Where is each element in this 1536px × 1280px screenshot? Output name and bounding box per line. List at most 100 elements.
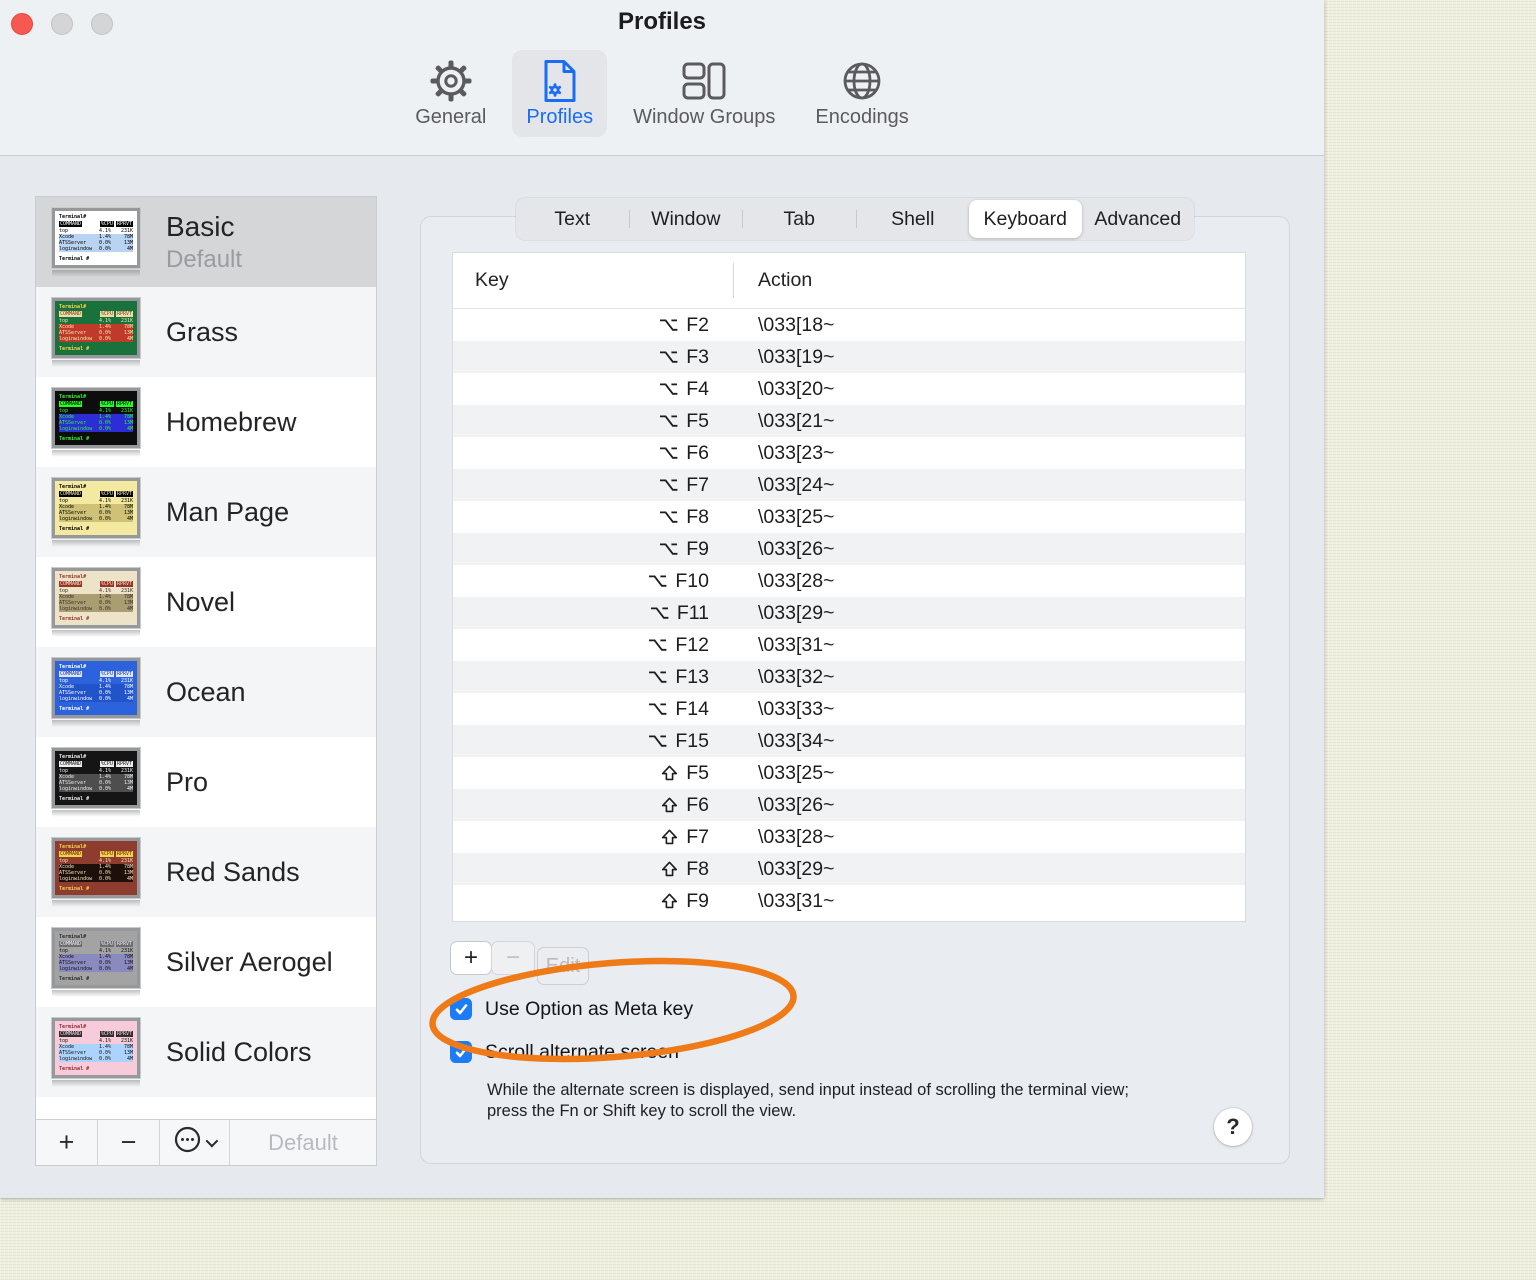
profile-list-item[interactable]: Terminal# COMMAND %CPU RPRVT top 4.1% 231K…: [36, 647, 376, 737]
set-default-button[interactable]: Default: [230, 1120, 376, 1165]
tab-text[interactable]: Text: [516, 198, 629, 240]
terminal-preview: Terminal# COMMAND %CPU RPRVT top 4.1% 231K…: [51, 206, 141, 269]
profile-list-item[interactable]: Terminal# COMMAND %CPU RPRVT top 4.1% 231K…: [36, 197, 376, 287]
table-row[interactable]: F14 \033[33~: [453, 693, 1245, 725]
key-cell: F13: [453, 666, 733, 689]
thumbnail-reflection: [52, 539, 140, 547]
action-cell: \033[31~: [758, 633, 835, 656]
option-key-icon: [649, 639, 667, 651]
table-row[interactable]: F5 \033[25~: [453, 757, 1245, 789]
action-cell: \033[28~: [758, 569, 835, 592]
toolbar-item-label: Encodings: [815, 106, 909, 128]
action-cell: \033[18~: [758, 313, 835, 336]
profile-name: Pro: [166, 766, 209, 797]
toolbar-item-encodings[interactable]: Encodings: [801, 50, 922, 137]
toolbar-item-window-groups[interactable]: Window Groups: [619, 50, 789, 137]
table-body: F2 \033[18~ F3 \033[19~ F4 \033[20~ F5 \…: [453, 309, 1245, 917]
action-cell: \033[32~: [758, 665, 835, 688]
help-button[interactable]: ?: [1214, 1108, 1252, 1146]
terminal-preview: Terminal# COMMAND %CPU RPRVT top 4.1% 231K…: [51, 656, 141, 719]
remove-profile-button[interactable]: −: [98, 1120, 160, 1165]
globe-icon: [840, 58, 884, 104]
remove-key-button[interactable]: −: [491, 941, 535, 975]
profile-list-item[interactable]: Terminal# COMMAND %CPU RPRVT top 4.1% 231K…: [36, 377, 376, 467]
terminal-preview: Terminal# COMMAND %CPU RPRVT top 4.1% 231K…: [51, 746, 141, 809]
profile-labels: Novel: [166, 587, 235, 618]
checkbox-checked-icon[interactable]: [450, 998, 472, 1020]
tab-window[interactable]: Window: [630, 198, 743, 240]
table-row[interactable]: F13 \033[32~: [453, 661, 1245, 693]
action-cell: \033[31~: [758, 889, 835, 912]
toolbar-item-profiles[interactable]: Profiles: [512, 50, 608, 137]
action-cell: \033[26~: [758, 793, 835, 816]
action-cell: \033[34~: [758, 729, 835, 752]
profile-actions-menu-button[interactable]: [160, 1120, 230, 1165]
table-row[interactable]: F7 \033[24~: [453, 469, 1245, 501]
table-row[interactable]: F6 \033[26~: [453, 789, 1245, 821]
add-profile-button[interactable]: +: [36, 1120, 98, 1165]
table-row[interactable]: F9 \033[31~: [453, 885, 1245, 917]
key-mapping-table: Key Action F2 \033[18~ F3 \033[19~ F4 \0…: [452, 252, 1246, 922]
option-key-icon: [660, 447, 678, 459]
table-row[interactable]: F8 \033[25~: [453, 501, 1245, 533]
toolbar-item-general[interactable]: General: [401, 50, 500, 137]
profile-thumbnail: Terminal# COMMAND %CPU RPRVT top 4.1% 231K…: [51, 1016, 141, 1087]
option-key-icon: [660, 319, 678, 331]
profile-thumbnail: Terminal# COMMAND %CPU RPRVT top 4.1% 231K…: [51, 386, 141, 457]
action-cell: \033[24~: [758, 473, 835, 496]
profile-list-item[interactable]: Terminal# COMMAND %CPU RPRVT top 4.1% 231K…: [36, 737, 376, 827]
tab-keyboard[interactable]: Keyboard: [969, 200, 1082, 238]
profile-labels: Basic Default: [166, 211, 242, 274]
table-row[interactable]: F8 \033[29~: [453, 853, 1245, 885]
action-cell: \033[29~: [758, 857, 835, 880]
key-cell: F9: [453, 890, 733, 913]
key-cell: F8: [453, 858, 733, 881]
table-row[interactable]: F7 \033[28~: [453, 821, 1245, 853]
preferences-toolbar: General Profiles Window Groups Encodings: [0, 50, 1324, 137]
profile-thumbnail: Terminal# COMMAND %CPU RPRVT top 4.1% 231K…: [51, 836, 141, 907]
key-cell: F14: [453, 698, 733, 721]
thumbnail-reflection: [52, 719, 140, 727]
table-row[interactable]: F6 \033[23~: [453, 437, 1245, 469]
terminal-preview: Terminal# COMMAND %CPU RPRVT top 4.1% 231K…: [51, 476, 141, 539]
toolbar-item-label: Window Groups: [633, 106, 776, 128]
profile-list-item[interactable]: Terminal# COMMAND %CPU RPRVT top 4.1% 231K…: [36, 287, 376, 377]
option-key-icon: [650, 607, 669, 619]
table-row[interactable]: F10 \033[28~: [453, 565, 1245, 597]
profile-list: Terminal# COMMAND %CPU RPRVT top 4.1% 231K…: [36, 197, 376, 1119]
edit-key-button[interactable]: Edit: [537, 947, 589, 985]
table-row[interactable]: F11 \033[29~: [453, 597, 1245, 629]
thumbnail-reflection: [52, 899, 140, 907]
profile-list-item[interactable]: Terminal# COMMAND %CPU RPRVT top 4.1% 231K…: [36, 917, 376, 1007]
thumbnail-reflection: [52, 359, 140, 367]
table-row[interactable]: F9 \033[26~: [453, 533, 1245, 565]
profile-list-item[interactable]: Terminal# COMMAND %CPU RPRVT top 4.1% 231K…: [36, 827, 376, 917]
chevron-down-icon: [205, 1134, 219, 1148]
table-row[interactable]: F2 \033[18~: [453, 309, 1245, 341]
table-row[interactable]: F5 \033[21~: [453, 405, 1245, 437]
profile-labels: Ocean: [166, 677, 246, 708]
key-cell: F15: [453, 730, 733, 753]
profile-list-item[interactable]: Terminal# COMMAND %CPU RPRVT top 4.1% 231K…: [36, 467, 376, 557]
table-row[interactable]: F12 \033[31~: [453, 629, 1245, 661]
shift-key-icon: [662, 861, 678, 877]
profile-thumbnail: Terminal# COMMAND %CPU RPRVT top 4.1% 231K…: [51, 296, 141, 367]
table-row[interactable]: F3 \033[19~: [453, 341, 1245, 373]
table-row[interactable]: F15 \033[34~: [453, 725, 1245, 757]
tab-tab[interactable]: Tab: [743, 198, 856, 240]
tab-shell[interactable]: Shell: [857, 198, 970, 240]
thumbnail-reflection: [52, 449, 140, 457]
checkbox-checked-icon[interactable]: [450, 1041, 472, 1063]
shift-key-icon: [662, 893, 678, 909]
terminal-preview: Terminal# COMMAND %CPU RPRVT top 4.1% 231K…: [51, 1016, 141, 1079]
profile-list-item[interactable]: Terminal# COMMAND %CPU RPRVT top 4.1% 231K…: [36, 557, 376, 647]
key-cell: F4: [453, 378, 733, 401]
scroll-alternate-screen-checkbox-row[interactable]: Scroll alternate screen: [450, 1041, 679, 1063]
table-row[interactable]: F4 \033[20~: [453, 373, 1245, 405]
tab-advanced[interactable]: Advanced: [1082, 198, 1195, 240]
key-cell: F3: [453, 346, 733, 369]
profile-list-item[interactable]: Terminal# COMMAND %CPU RPRVT top 4.1% 231K…: [36, 1007, 376, 1097]
add-key-button[interactable]: +: [450, 941, 492, 975]
shift-key-icon: [662, 829, 678, 845]
use-option-as-meta-checkbox-row[interactable]: Use Option as Meta key: [450, 998, 693, 1020]
